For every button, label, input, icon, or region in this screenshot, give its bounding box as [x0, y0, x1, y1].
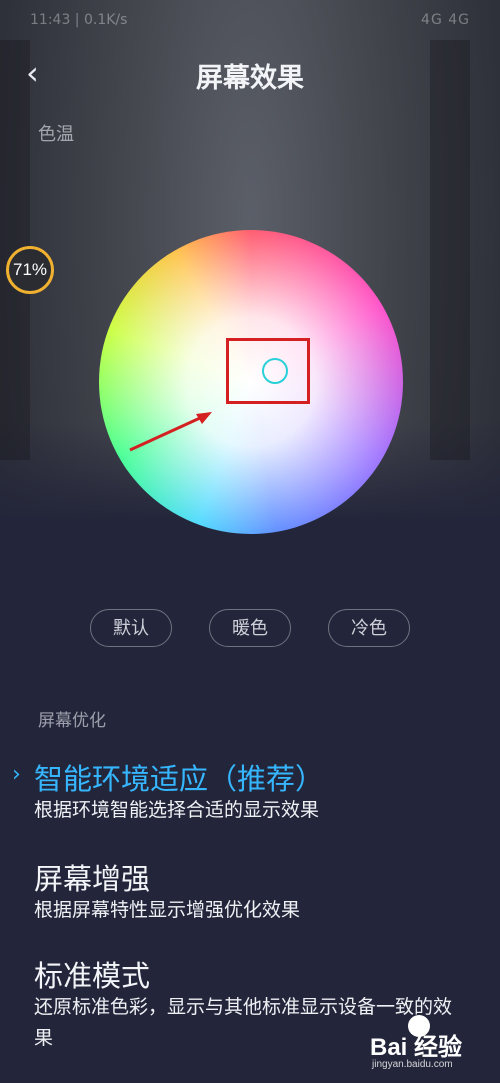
selected-chevron-icon: ›	[12, 762, 21, 787]
optimization-label: 屏幕优化	[38, 711, 106, 731]
mode-item-desc: 根据环境智能选择合适的显示效果	[34, 799, 320, 821]
color-picker-handle[interactable]	[262, 358, 288, 384]
color-wheel[interactable]	[99, 230, 403, 534]
status-time: 11:43 | 0.1K/s	[30, 12, 128, 28]
mode-item-title: 屏幕增强	[34, 862, 151, 896]
page-title: 屏幕效果	[196, 63, 304, 94]
mode-item-title: 标准模式	[34, 959, 151, 993]
baidu-watermark: Bai 经验 jingyan.baidu.com	[370, 1013, 480, 1073]
preset-cool-button[interactable]: 冷色	[328, 609, 410, 647]
status-network: 4G 4G	[421, 12, 470, 28]
color-temp-label: 色温	[38, 124, 74, 145]
preset-default-button[interactable]: 默认	[90, 609, 172, 647]
background-tree	[430, 40, 470, 460]
mode-item-title: 智能环境适应（推荐）	[34, 762, 325, 796]
watermark-url: jingyan.baidu.com	[372, 1059, 453, 1070]
status-bar: 11:43 | 0.1K/s 4G 4G	[0, 0, 500, 40]
preset-warm-button[interactable]: 暖色	[209, 609, 291, 647]
annotation-arrow-icon	[129, 412, 212, 452]
mode-item-desc: 根据屏幕特性显示增强优化效果	[34, 899, 301, 921]
watermark-logo: Bai 经验	[370, 1034, 463, 1061]
memory-badge[interactable]: 71%	[6, 246, 54, 294]
